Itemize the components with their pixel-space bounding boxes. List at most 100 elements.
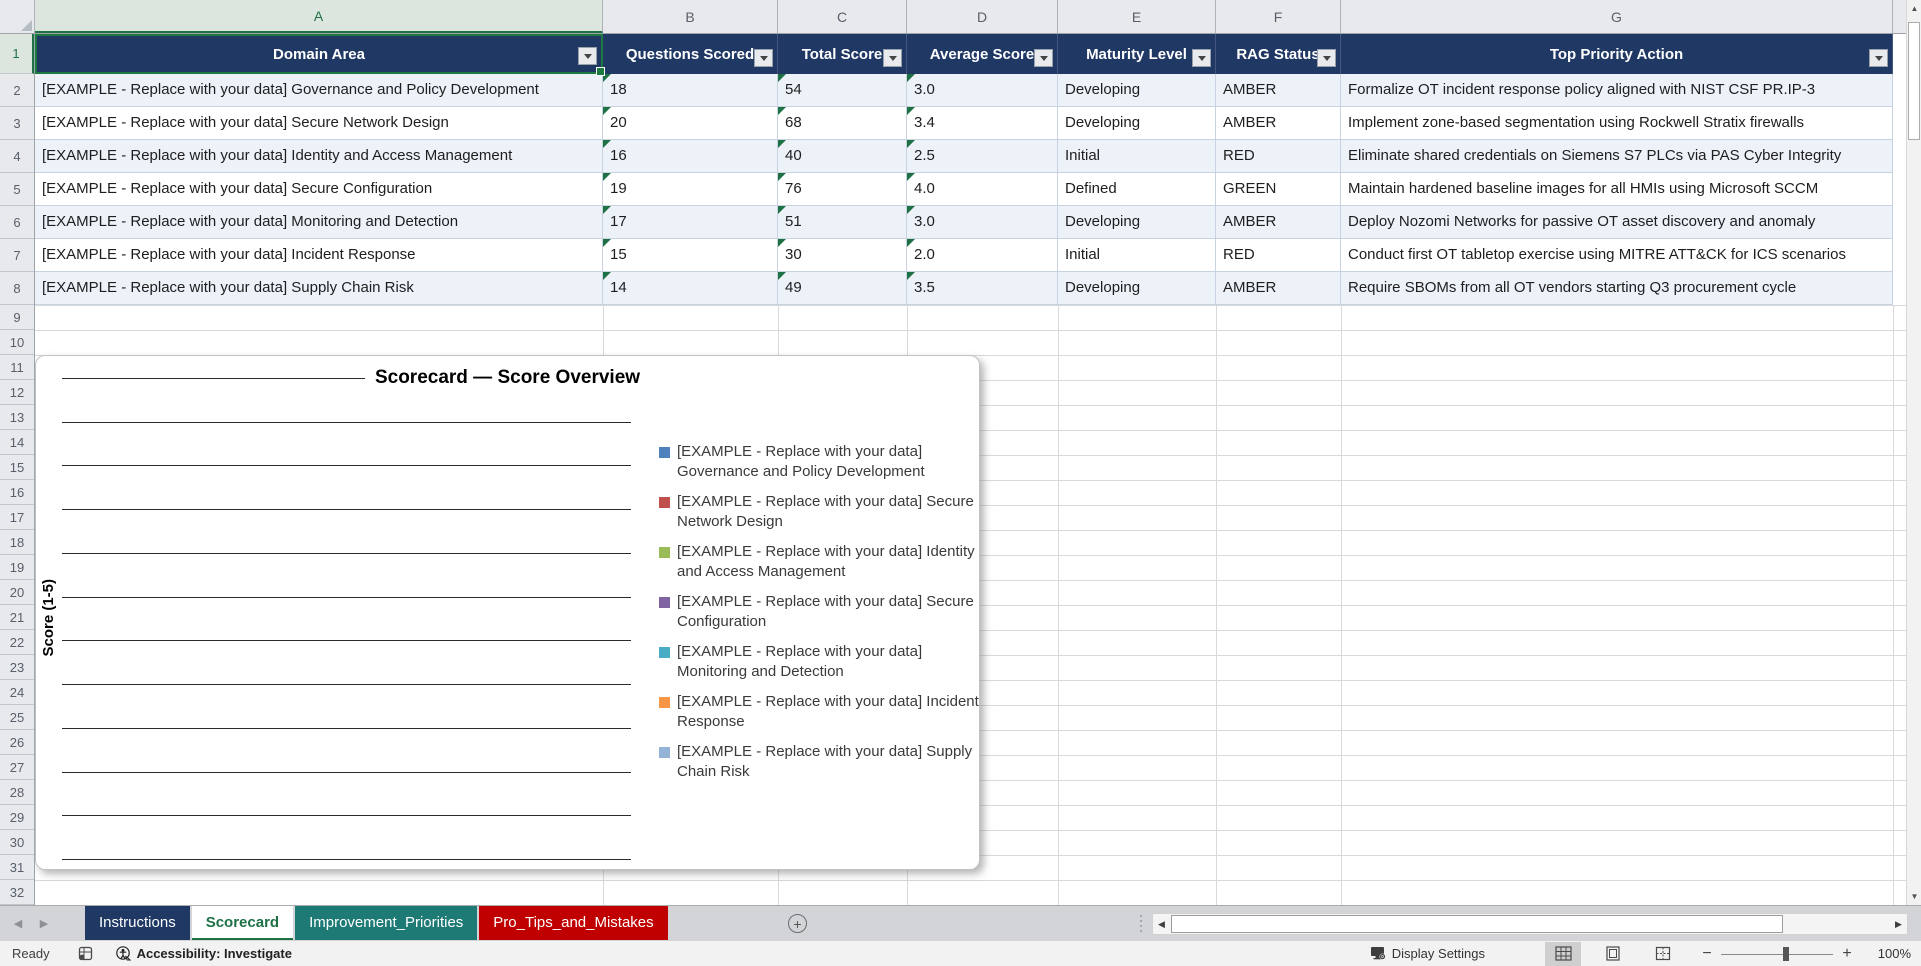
filter-dropdown-icon[interactable] bbox=[1869, 49, 1888, 67]
column-header-G[interactable]: G bbox=[1341, 0, 1893, 33]
row-header-27[interactable]: 27 bbox=[0, 755, 34, 780]
row-header-14[interactable]: 14 bbox=[0, 430, 34, 455]
cell-rag[interactable]: AMBER bbox=[1216, 206, 1341, 239]
cell-questions[interactable]: 15 bbox=[603, 239, 778, 272]
cell-maturity[interactable]: Developing bbox=[1058, 272, 1216, 305]
select-all-corner[interactable] bbox=[0, 0, 35, 33]
filter-dropdown-icon[interactable] bbox=[883, 49, 902, 67]
cell-avg[interactable]: 2.0 bbox=[907, 239, 1058, 272]
cell-avg[interactable]: 3.5 bbox=[907, 272, 1058, 305]
zoom-slider[interactable] bbox=[1721, 946, 1833, 962]
table-header-cell[interactable]: Domain Area bbox=[35, 34, 605, 76]
scroll-up-icon[interactable]: ▲ bbox=[1907, 0, 1921, 17]
cell-total[interactable]: 49 bbox=[778, 272, 907, 305]
vertical-scrollbar[interactable]: ▲ ▼ bbox=[1906, 0, 1921, 905]
normal-view-button[interactable] bbox=[1545, 941, 1581, 966]
cell-domain[interactable]: [EXAMPLE - Replace with your data] Suppl… bbox=[35, 272, 603, 305]
cell-total[interactable]: 54 bbox=[778, 74, 907, 107]
table-header-cell[interactable]: Maturity Level bbox=[1058, 34, 1216, 74]
filter-dropdown-icon[interactable] bbox=[1317, 49, 1336, 67]
cell-avg[interactable]: 4.0 bbox=[907, 173, 1058, 206]
new-sheet-button[interactable]: + bbox=[788, 914, 807, 933]
row-header-8[interactable]: 8 bbox=[0, 272, 34, 305]
selection-fill-handle[interactable] bbox=[596, 67, 605, 76]
sheet-tab-scorecard[interactable]: Scorecard bbox=[191, 906, 294, 941]
sheet-tab-instructions[interactable]: Instructions bbox=[85, 906, 190, 941]
score-overview-chart[interactable]: Scorecard — Score Overview Score (1-5) [… bbox=[35, 355, 980, 870]
cell-questions[interactable]: 18 bbox=[603, 74, 778, 107]
cell-total[interactable]: 30 bbox=[778, 239, 907, 272]
row-header-31[interactable]: 31 bbox=[0, 855, 34, 880]
row-header-4[interactable]: 4 bbox=[0, 140, 34, 173]
row-header-30[interactable]: 30 bbox=[0, 830, 34, 855]
row-header-18[interactable]: 18 bbox=[0, 530, 34, 555]
scroll-left-icon[interactable]: ◀ bbox=[1153, 914, 1170, 934]
cell-action[interactable]: Eliminate shared credentials on Siemens … bbox=[1341, 140, 1893, 173]
filter-dropdown-icon[interactable] bbox=[578, 47, 597, 65]
tab-scroll-left-icon[interactable]: ◀ bbox=[6, 906, 30, 941]
cell-maturity[interactable]: Defined bbox=[1058, 173, 1216, 206]
row-header-5[interactable]: 5 bbox=[0, 173, 34, 206]
cell-questions[interactable]: 19 bbox=[603, 173, 778, 206]
cell-domain[interactable]: [EXAMPLE - Replace with your data] Gover… bbox=[35, 74, 603, 107]
table-header-cell[interactable]: RAG Status bbox=[1216, 34, 1341, 74]
tab-scroll-right-icon[interactable]: ▶ bbox=[32, 906, 56, 941]
column-header-F[interactable]: F bbox=[1216, 0, 1341, 33]
cell-rag[interactable]: AMBER bbox=[1216, 74, 1341, 107]
scroll-right-icon[interactable]: ▶ bbox=[1890, 914, 1907, 934]
cell-maturity[interactable]: Initial bbox=[1058, 140, 1216, 173]
cell-domain[interactable]: [EXAMPLE - Replace with your data] Secur… bbox=[35, 173, 603, 206]
cell-action[interactable]: Formalize OT incident response policy al… bbox=[1341, 74, 1893, 107]
cell-questions[interactable]: 17 bbox=[603, 206, 778, 239]
row-header-21[interactable]: 21 bbox=[0, 605, 34, 630]
row-header-24[interactable]: 24 bbox=[0, 680, 34, 705]
row-header-29[interactable]: 29 bbox=[0, 805, 34, 830]
cell-rag[interactable]: RED bbox=[1216, 239, 1341, 272]
scroll-down-icon[interactable]: ▼ bbox=[1907, 888, 1921, 905]
horizontal-scrollbar[interactable]: ◀ ▶ bbox=[1152, 913, 1908, 935]
cell-total[interactable]: 51 bbox=[778, 206, 907, 239]
cell-avg[interactable]: 3.4 bbox=[907, 107, 1058, 140]
cell-rag[interactable]: AMBER bbox=[1216, 107, 1341, 140]
row-header-6[interactable]: 6 bbox=[0, 206, 34, 239]
cell-domain[interactable]: [EXAMPLE - Replace with your data] Secur… bbox=[35, 107, 603, 140]
macro-record-icon[interactable] bbox=[78, 946, 93, 961]
filter-dropdown-icon[interactable] bbox=[1034, 49, 1053, 67]
cell-questions[interactable]: 14 bbox=[603, 272, 778, 305]
cell-maturity[interactable]: Developing bbox=[1058, 206, 1216, 239]
filter-dropdown-icon[interactable] bbox=[1192, 49, 1211, 67]
row-header-26[interactable]: 26 bbox=[0, 730, 34, 755]
column-header-E[interactable]: E bbox=[1058, 0, 1216, 33]
cell-action[interactable]: Require SBOMs from all OT vendors starti… bbox=[1341, 272, 1893, 305]
row-header-16[interactable]: 16 bbox=[0, 480, 34, 505]
cell-action[interactable]: Maintain hardened baseline images for al… bbox=[1341, 173, 1893, 206]
page-layout-view-button[interactable] bbox=[1595, 942, 1631, 966]
cell-action[interactable]: Implement zone-based segmentation using … bbox=[1341, 107, 1893, 140]
table-header-cell[interactable]: Top Priority Action bbox=[1341, 34, 1893, 74]
row-header-23[interactable]: 23 bbox=[0, 655, 34, 680]
zoom-level[interactable]: 100% bbox=[1869, 946, 1911, 961]
zoom-in-button[interactable]: + bbox=[1839, 945, 1855, 963]
column-header-A[interactable]: A bbox=[35, 0, 603, 33]
row-header-11[interactable]: 11 bbox=[0, 355, 34, 380]
worksheet-grid[interactable]: Domain Area Questions Scored Total Score Av… bbox=[35, 34, 1906, 905]
row-header-19[interactable]: 19 bbox=[0, 555, 34, 580]
zoom-slider-thumb[interactable] bbox=[1783, 946, 1789, 961]
row-header-3[interactable]: 3 bbox=[0, 107, 34, 140]
cell-avg[interactable]: 3.0 bbox=[907, 206, 1058, 239]
zoom-out-button[interactable]: − bbox=[1699, 945, 1715, 963]
cell-questions[interactable]: 16 bbox=[603, 140, 778, 173]
cell-maturity[interactable]: Initial bbox=[1058, 239, 1216, 272]
cell-action[interactable]: Conduct first OT tabletop exercise using… bbox=[1341, 239, 1893, 272]
row-header-12[interactable]: 12 bbox=[0, 380, 34, 405]
cell-total[interactable]: 76 bbox=[778, 173, 907, 206]
cell-maturity[interactable]: Developing bbox=[1058, 74, 1216, 107]
row-header-25[interactable]: 25 bbox=[0, 705, 34, 730]
cell-rag[interactable]: GREEN bbox=[1216, 173, 1341, 206]
display-settings-button[interactable]: Display Settings bbox=[1370, 946, 1485, 961]
row-header-10[interactable]: 10 bbox=[0, 330, 34, 355]
sheet-tab-improvement_priorities[interactable]: Improvement_Priorities bbox=[295, 906, 478, 941]
row-header-17[interactable]: 17 bbox=[0, 505, 34, 530]
cell-domain[interactable]: [EXAMPLE - Replace with your data] Monit… bbox=[35, 206, 603, 239]
row-header-20[interactable]: 20 bbox=[0, 580, 34, 605]
